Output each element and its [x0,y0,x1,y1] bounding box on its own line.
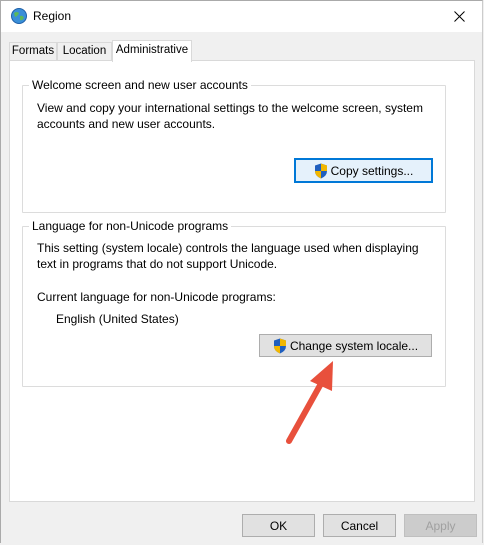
tab-label: Formats [11,45,55,57]
current-language-label: Current language for non-Unicode program… [37,290,276,304]
uac-shield-icon [314,163,327,178]
title-bar: Region [1,1,482,32]
welcome-screen-group: Welcome screen and new user accounts Vie… [22,78,446,213]
close-button[interactable] [436,1,482,32]
button-label: Cancel [340,518,379,533]
button-label: Apply [425,518,456,533]
window-title: Region [33,9,72,23]
tab-location[interactable]: Location [57,42,112,60]
copy-settings-button[interactable]: Copy settings... [294,158,433,183]
cancel-button[interactable]: Cancel [323,514,396,537]
tab-label: Administrative [115,44,189,56]
apply-button[interactable]: Apply [404,514,477,537]
button-label: Change system locale... [289,338,419,353]
globe-icon [11,8,27,24]
tab-formats[interactable]: Formats [9,42,57,60]
region-dialog: Region Formats Location Administrative W… [0,0,483,543]
change-system-locale-button[interactable]: Change system locale... [259,334,432,357]
group-legend: Welcome screen and new user accounts [29,78,251,92]
tab-label: Location [62,45,107,57]
ok-button[interactable]: OK [242,514,315,537]
uac-shield-icon [273,338,286,353]
welcome-description: View and copy your international setting… [37,101,423,131]
button-label: OK [269,518,288,533]
group-legend: Language for non-Unicode programs [29,219,232,233]
close-icon [453,11,465,22]
tab-panel-administrative: Welcome screen and new user accounts Vie… [9,60,475,502]
button-label: Copy settings... [330,163,414,178]
tab-administrative[interactable]: Administrative [112,40,192,62]
non-unicode-group: Language for non-Unicode programs This s… [22,219,446,387]
current-language-value: English (United States) [56,312,179,326]
locale-description: This setting (system locale) controls th… [37,241,419,271]
